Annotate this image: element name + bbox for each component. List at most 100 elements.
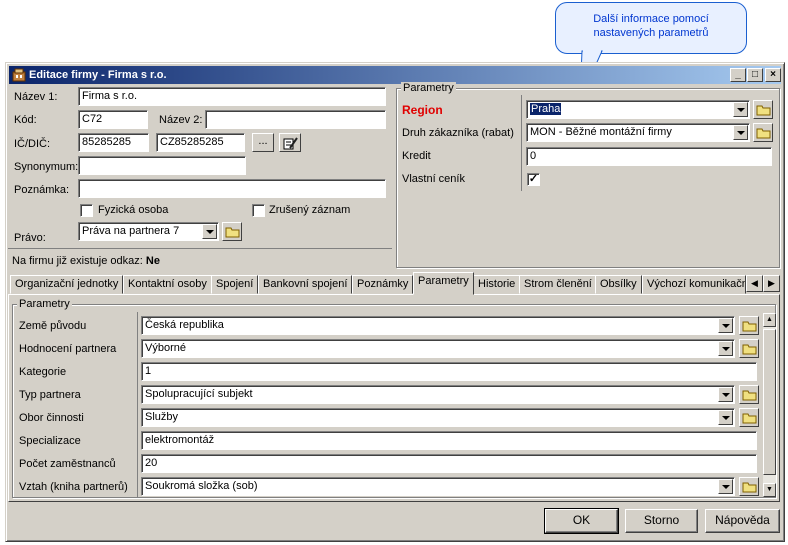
param-select[interactable]: Služby <box>141 408 735 427</box>
param-label: Kategorie <box>19 366 67 378</box>
params-title: Parametry <box>17 298 72 310</box>
tab-obsilky[interactable]: Obsílky <box>595 275 642 294</box>
vlastni-cenik-label: Vlastní ceník <box>402 173 465 185</box>
nazev2-label: Název 2: <box>159 114 203 126</box>
tab-scroll-left-button[interactable]: ◀ <box>746 275 763 292</box>
param-label: Hodnocení partnera <box>19 343 117 355</box>
folder-icon <box>742 482 757 493</box>
form-edit-icon <box>283 137 298 150</box>
chevron-down-icon[interactable] <box>718 318 733 333</box>
chevron-down-icon[interactable] <box>733 102 748 117</box>
tab-organizacni-jednotky[interactable]: Organizační jednotky <box>10 275 124 294</box>
synonymum-input[interactable] <box>78 156 246 175</box>
vlastni-cenik-checkbox[interactable]: ✓ <box>527 173 540 186</box>
scroll-thumb[interactable] <box>763 329 776 475</box>
param-label: Obor činnosti <box>19 412 84 424</box>
scroll-up-button[interactable]: ▲ <box>763 313 776 327</box>
param-folder-button[interactable] <box>739 408 759 427</box>
param-label: Země původu <box>19 320 87 332</box>
verify-dic-button[interactable] <box>279 133 301 152</box>
storno-button[interactable]: Storno <box>625 509 698 533</box>
pravo-label: Právo: <box>14 232 46 244</box>
nazev1-label: Název 1: <box>14 91 58 103</box>
tab-kontaktni-osoby[interactable]: Kontaktní osoby <box>123 275 212 294</box>
chevron-down-icon[interactable] <box>718 479 733 494</box>
chevron-down-icon[interactable] <box>202 224 217 239</box>
title-bar[interactable]: Editace firmy - Firma s r.o. <box>9 66 781 84</box>
top-params-title: Parametry <box>401 82 456 94</box>
kredit-input[interactable]: 0 <box>526 147 772 166</box>
pravo-select[interactable]: Práva na partnera 7 <box>78 222 219 241</box>
close-button[interactable]: × <box>765 68 781 82</box>
folder-icon <box>742 413 757 424</box>
window-title: Editace firmy - Firma s r.o. <box>29 69 167 81</box>
param-value: Česká republika <box>145 319 224 331</box>
druh-zakaznika-select[interactable]: MON - Běžné montážní firmy <box>526 123 750 142</box>
dic-input[interactable]: CZ85285285 <box>156 133 245 152</box>
param-value: Soukromá složka (sob) <box>145 480 258 492</box>
folder-icon <box>742 390 757 401</box>
chevron-down-icon[interactable] <box>733 125 748 140</box>
param-label: Typ partnera <box>19 389 81 401</box>
ellipsis-button[interactable]: ... <box>252 133 274 152</box>
folder-icon <box>756 128 771 139</box>
folder-icon <box>756 105 771 116</box>
tab-strom-cleneni[interactable]: Strom členění <box>519 275 597 294</box>
scroll-down-button[interactable]: ▼ <box>763 483 776 497</box>
kod-input[interactable]: C72 <box>78 110 148 129</box>
pravo-folder-button[interactable] <box>222 222 242 241</box>
param-value: Výborné <box>145 342 186 354</box>
poznamka-input[interactable] <box>78 179 386 198</box>
param-select[interactable]: Česká republika <box>141 316 735 335</box>
druh-zakaznika-label: Druh zákazníka (rabat) <box>402 127 514 139</box>
param-select[interactable]: Soukromá složka (sob) <box>141 477 735 496</box>
param-select[interactable]: Spolupracující subjekt <box>141 385 735 404</box>
param-folder-button[interactable] <box>739 477 759 496</box>
param-folder-button[interactable] <box>739 385 759 404</box>
ok-button[interactable]: OK <box>544 508 619 534</box>
callout-bubble: Další informace pomocí nastavených param… <box>555 2 747 54</box>
param-folder-button[interactable] <box>739 339 759 358</box>
param-input[interactable]: 1 <box>141 362 757 381</box>
param-folder-button[interactable] <box>739 316 759 335</box>
params-column-divider <box>137 312 138 498</box>
param-input[interactable]: elektromontáž <box>141 431 757 450</box>
nazev1-input[interactable]: Firma s r.o. <box>78 87 386 106</box>
chevron-down-icon[interactable] <box>718 387 733 402</box>
region-value: Praha <box>530 103 562 115</box>
param-label: Specializace <box>19 435 81 447</box>
fyzicka-osoba-checkbox[interactable] <box>80 204 93 217</box>
chevron-down-icon[interactable] <box>718 341 733 356</box>
druh-zakaznika-value: MON - Běžné montážní firmy <box>530 126 672 138</box>
tab-spojeni[interactable]: Spojení <box>211 275 259 294</box>
nazev2-input[interactable] <box>205 110 386 129</box>
tab-vychozi-komunikace[interactable]: Výchozí komunikačn <box>642 275 746 294</box>
tab-poznamky[interactable]: Poznámky <box>352 275 414 294</box>
minimize-button[interactable]: _ <box>730 68 746 82</box>
region-select[interactable]: Praha <box>526 100 750 119</box>
param-value: 20 <box>145 457 158 469</box>
druh-zakaznika-folder-button[interactable] <box>753 123 773 142</box>
region-folder-button[interactable] <box>753 100 773 119</box>
folder-icon <box>742 344 757 355</box>
tab-scroll-right-button[interactable]: ▶ <box>763 275 780 292</box>
kod-label: Kód: <box>14 114 37 126</box>
zruseny-zaznam-checkbox[interactable] <box>252 204 265 217</box>
fyzicka-osoba-label: Fyzická osoba <box>98 204 169 216</box>
synonymum-label: Synonymum: <box>14 161 79 173</box>
napoveda-button[interactable]: Nápověda <box>705 509 780 533</box>
ic-input[interactable]: 85285285 <box>78 133 149 152</box>
params-scrollbar[interactable]: ▲ ▼ <box>763 313 776 497</box>
ic-dic-label: IČ/DIČ: <box>14 138 51 150</box>
tab-historie[interactable]: Historie <box>473 275 521 294</box>
zruseny-zaznam-label: Zrušený záznam <box>269 204 351 216</box>
maximize-button[interactable]: □ <box>747 68 763 82</box>
params-column-divider <box>521 95 522 191</box>
kredit-label: Kredit <box>402 150 431 162</box>
tab-bankovni-spojeni[interactable]: Bankovní spojení <box>258 275 353 294</box>
tab-parametry[interactable]: Parametry <box>413 272 474 295</box>
param-select[interactable]: Výborné <box>141 339 735 358</box>
chevron-down-icon[interactable] <box>718 410 733 425</box>
param-input[interactable]: 20 <box>141 454 757 473</box>
param-value: Spolupracující subjekt <box>145 388 253 400</box>
